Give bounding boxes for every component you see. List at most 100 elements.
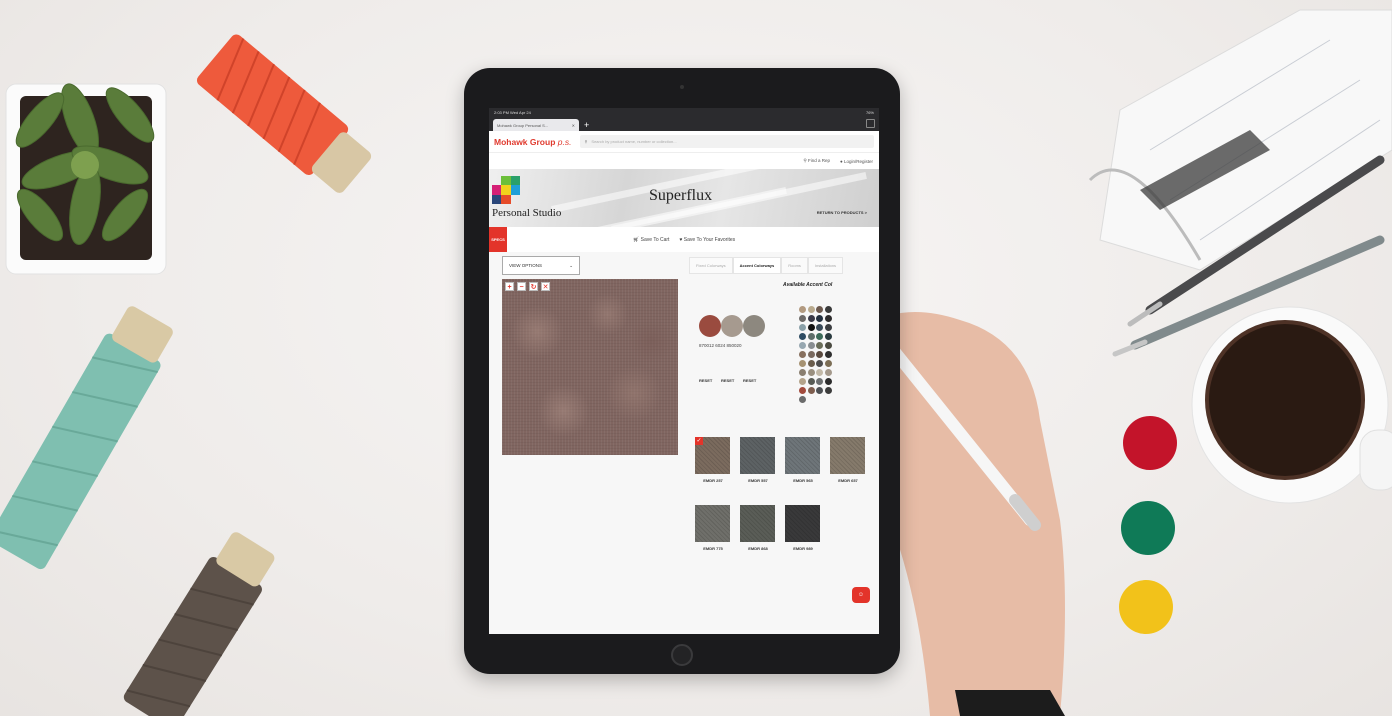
browser-tab[interactable]: Mohawk Group Personal S... ✕ xyxy=(493,119,579,131)
status-time: 2:03 PM Wed Apr 24 xyxy=(494,110,531,115)
palette-color-dot[interactable] xyxy=(816,333,824,340)
reset-accent-button[interactable]: RESET xyxy=(743,378,756,383)
palette-color-dot[interactable] xyxy=(799,324,806,331)
colorway-label: EMDR 775 xyxy=(703,546,723,551)
accent-color-swatch[interactable] xyxy=(721,315,743,337)
palette-color-dot[interactable] xyxy=(799,333,806,340)
palette-color-dot[interactable] xyxy=(799,369,806,376)
palette-color-dot[interactable] xyxy=(807,333,815,340)
tab-installations[interactable]: Installations xyxy=(807,257,844,274)
tab-accent-colorways[interactable]: Accent Colorways xyxy=(732,257,782,274)
accent-color-palette xyxy=(799,306,833,403)
reset-accent-button[interactable]: RESET xyxy=(699,378,712,383)
login-link[interactable]: ● Login/Register xyxy=(840,159,873,164)
palette-color-dot[interactable] xyxy=(824,333,832,340)
colorway-tile[interactable] xyxy=(740,437,775,474)
personal-studio-logo-icon xyxy=(492,176,520,204)
colorway-tile[interactable] xyxy=(740,505,775,542)
palette-color-dot[interactable] xyxy=(807,369,815,376)
succulent-plant xyxy=(5,83,167,275)
palette-color-dot[interactable] xyxy=(816,360,824,367)
view-options-dropdown[interactable]: VIEW OPTIONS ⌄ xyxy=(502,256,580,275)
zoom-in-icon[interactable]: + xyxy=(505,282,514,291)
action-bar: SPECS 🛒︎ Save To Cart ♥ Save To Your Fav… xyxy=(489,227,879,252)
palette-color-dot[interactable] xyxy=(799,396,806,403)
palette-color-dot[interactable] xyxy=(799,378,806,385)
specs-button[interactable]: SPECS xyxy=(489,227,507,252)
mohawk-logo[interactable]: Mohawk Group p.s. xyxy=(494,137,571,147)
browser-tab-title: Mohawk Group Personal S... xyxy=(497,122,549,128)
colorway-label: EMDR 257 xyxy=(703,478,723,483)
palette-color-dot[interactable] xyxy=(824,315,832,322)
palette-color-dot[interactable] xyxy=(799,306,806,313)
preview-controls: + − ↻ ✕ xyxy=(505,282,550,291)
palette-color-dot[interactable] xyxy=(816,351,824,358)
palette-color-dot[interactable] xyxy=(816,306,824,313)
palette-color-dot[interactable] xyxy=(816,387,824,394)
zoom-out-icon[interactable]: − xyxy=(517,282,526,291)
status-bar: 2:03 PM Wed Apr 24 76% xyxy=(489,108,879,117)
palette-color-dot[interactable] xyxy=(816,342,824,349)
colorway-tile[interactable]: ✓ xyxy=(695,437,730,474)
available-accent-colors-label: Available Accent Col xyxy=(783,282,833,288)
palette-color-dot[interactable] xyxy=(824,378,832,385)
palette-color-dot[interactable] xyxy=(824,351,832,358)
home-button[interactable] xyxy=(671,644,693,666)
personal-studio-title: Personal Studio xyxy=(492,207,562,219)
palette-color-dot[interactable] xyxy=(824,387,832,394)
chevron-down-icon: ⌄ xyxy=(569,262,573,268)
palette-color-dot[interactable] xyxy=(816,369,824,376)
return-to-products-link[interactable]: RETURN TO PRODUCTS > xyxy=(817,210,867,215)
palette-color-dot[interactable] xyxy=(824,360,832,367)
close-icon[interactable]: ✕ xyxy=(541,282,550,291)
close-tab-icon[interactable]: ✕ xyxy=(572,123,575,128)
rotate-icon[interactable]: ↻ xyxy=(529,282,538,291)
save-to-favorites-button[interactable]: ♥ Save To Your Favorites xyxy=(679,237,735,243)
chat-icon: ☺ xyxy=(857,592,865,598)
heart-icon: ♥ xyxy=(679,236,683,243)
palette-color-dot[interactable] xyxy=(799,351,806,358)
palette-color-dot[interactable] xyxy=(816,324,824,331)
find-rep-link[interactable]: ⚲ Find a Rep xyxy=(803,158,830,164)
colorway-tile[interactable] xyxy=(695,505,730,542)
tab-rooms[interactable]: Rooms xyxy=(781,257,808,274)
palette-color-dot[interactable] xyxy=(807,387,815,394)
palette-color-dot[interactable] xyxy=(799,315,806,322)
utility-nav: ⚲ Find a Rep ● Login/Register xyxy=(489,153,879,169)
chat-button[interactable]: ☺ xyxy=(852,587,870,603)
reset-accent-button[interactable]: RESET xyxy=(721,378,734,383)
carpet-tile-preview[interactable]: + − ↻ ✕ xyxy=(502,279,678,455)
tab-fixed-colorways[interactable]: Fixed Colorways xyxy=(689,257,733,274)
battery-indicator: 76% xyxy=(865,110,874,115)
palette-color-dot[interactable] xyxy=(807,360,815,367)
colorway-tabs: Fixed Colorways Accent Colorways Rooms I… xyxy=(689,257,844,274)
palette-color-dot[interactable] xyxy=(807,324,815,331)
palette-color-dot[interactable] xyxy=(816,378,824,385)
palette-color-dot[interactable] xyxy=(799,342,806,349)
palette-color-dot[interactable] xyxy=(799,387,806,394)
cart-icon: 🛒︎ xyxy=(632,236,640,243)
palette-color-dot[interactable] xyxy=(807,306,815,313)
tabs-overview-icon[interactable] xyxy=(866,119,875,128)
colorway-tile[interactable] xyxy=(785,505,820,542)
palette-color-dot[interactable] xyxy=(807,315,815,322)
selected-check-icon: ✓ xyxy=(695,437,703,445)
search-placeholder: Search by product name, number or collec… xyxy=(591,139,677,144)
palette-color-dot[interactable] xyxy=(807,378,815,385)
palette-color-dot[interactable] xyxy=(824,324,832,331)
palette-color-dot[interactable] xyxy=(807,342,815,349)
accent-color-swatch[interactable] xyxy=(743,315,765,337)
palette-color-dot[interactable] xyxy=(799,360,806,367)
palette-color-dot[interactable] xyxy=(824,342,832,349)
search-input[interactable]: ⚲ Search by product name, number or coll… xyxy=(580,135,874,148)
palette-color-dot[interactable] xyxy=(824,306,832,313)
accent-color-swatch[interactable] xyxy=(699,315,721,337)
palette-color-dot[interactable] xyxy=(824,369,832,376)
new-tab-icon[interactable]: + xyxy=(584,119,589,131)
coffee-mug xyxy=(1191,306,1392,504)
colorway-tile[interactable] xyxy=(830,437,865,474)
save-to-cart-button[interactable]: 🛒︎ Save To Cart xyxy=(633,237,670,243)
palette-color-dot[interactable] xyxy=(807,351,815,358)
colorway-tile[interactable] xyxy=(785,437,820,474)
palette-color-dot[interactable] xyxy=(816,315,824,322)
